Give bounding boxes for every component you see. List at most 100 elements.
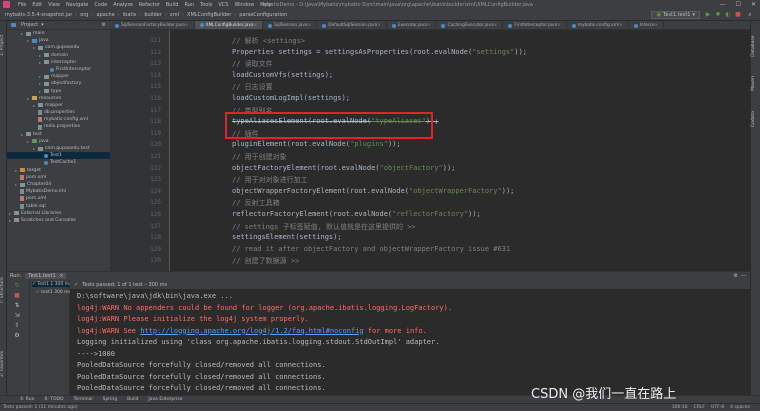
tree-item[interactable]: ▸ mapper — [7, 73, 110, 80]
tree-item[interactable]: ▸ External Libraries — [7, 210, 110, 217]
caret-position[interactable]: 106:16 — [672, 405, 688, 410]
tree-item[interactable]: ▸ target — [7, 167, 110, 174]
settings-icon[interactable]: ⚙ — [12, 332, 22, 340]
breadcrumb-item[interactable]: mybatis-3.5.4-snapshot.jar — [2, 12, 75, 18]
close-icon[interactable]: × — [557, 23, 561, 28]
tree-item[interactable]: ▸ type — [7, 88, 110, 95]
test-tree-child[interactable]: ✔ test1 300 ms — [36, 290, 71, 295]
maximize-button[interactable]: ☐ — [736, 1, 741, 8]
project-panel-title[interactable]: Project — [21, 22, 38, 28]
tree-item[interactable]: TestCache1 — [7, 159, 110, 166]
tree-item[interactable]: table.sql — [7, 203, 110, 210]
chevron-down-icon[interactable]: ▾ — [41, 22, 44, 28]
tool-tab[interactable]: 6: TODO — [44, 397, 63, 402]
tree-item[interactable]: ▸ java — [7, 37, 110, 44]
gear-icon[interactable]: ⚙ — [734, 273, 738, 279]
maven-tool-tab[interactable]: Maven — [751, 71, 760, 96]
tool-tab[interactable]: 4: Run — [20, 397, 34, 402]
tree-item[interactable]: pom.xml — [7, 195, 110, 202]
search-icon[interactable]: ⌕ — [746, 11, 754, 19]
tree-item[interactable]: ▸ mapper — [7, 102, 110, 109]
minimize-panel-icon[interactable]: — — [741, 273, 746, 279]
tree-item[interactable]: ▸ com.gupaoedu.test — [7, 145, 110, 152]
editor-tab[interactable]: CachingExecutor.java × — [436, 21, 504, 29]
tree-item[interactable]: ▸ Scratches and Consoles — [7, 217, 110, 224]
close-icon[interactable]: × — [494, 23, 498, 28]
close-icon[interactable]: × — [185, 23, 189, 28]
tree-item[interactable]: ▸ main — [7, 30, 110, 37]
tool-tab[interactable]: Java Enterprise — [148, 397, 182, 402]
project-tool-tab[interactable]: 1: Project — [0, 25, 7, 65]
tree-item[interactable]: MybatisDemo.iml — [7, 188, 110, 195]
close-icon[interactable]: × — [254, 23, 258, 28]
run-config-select[interactable]: ▣ Test1.test1 ▾ — [651, 11, 700, 19]
line-separator[interactable]: CRLF — [694, 405, 705, 410]
minimize-button[interactable]: — — [720, 1, 726, 8]
expand-icon[interactable]: ⇲ — [12, 312, 22, 320]
console-link[interactable]: http://logging.apache.org/log4j/1.2/faq.… — [140, 327, 363, 335]
rerun-icon[interactable]: ↻ — [12, 282, 22, 290]
menu-item-refactor[interactable]: Refactor — [139, 2, 160, 8]
structure-tool-tab[interactable]: 7: Structure — [0, 266, 7, 316]
stop-icon[interactable]: ■ — [12, 292, 22, 300]
close-icon[interactable]: × — [308, 23, 312, 28]
codota-tool-tab[interactable]: Codota — [751, 106, 760, 131]
menu-item-analyze[interactable]: Analyze — [113, 2, 133, 8]
menu-item-code[interactable]: Code — [94, 2, 107, 8]
editor-tab[interactable]: SqlSessionFactoryBuilder.java × — [110, 21, 195, 29]
editor-tab[interactable]: Executor.java × — [387, 21, 437, 29]
close-icon[interactable]: × — [619, 23, 623, 28]
tool-tab[interactable]: Build — [127, 397, 138, 402]
menu-item-tools[interactable]: Tools — [200, 2, 212, 8]
tree-item[interactable]: pom.xml — [7, 174, 110, 181]
editor-tab[interactable]: SqlSession.java × — [263, 21, 318, 29]
gear-icon[interactable]: ⚙ — [102, 22, 106, 28]
stop-icon[interactable]: ■ — [734, 11, 742, 19]
breadcrumb-item[interactable]: org — [77, 12, 91, 18]
breadcrumb-item[interactable]: ibatis — [120, 12, 140, 18]
run-icon[interactable]: ▶ — [704, 11, 712, 19]
breadcrumb-item[interactable]: xml — [167, 12, 182, 18]
close-icon[interactable]: × — [427, 23, 431, 28]
tree-item[interactable]: db.properties — [7, 109, 110, 116]
menu-item-run[interactable]: Run — [184, 2, 194, 8]
tree-item[interactable]: ▸ java — [7, 138, 110, 145]
editor-tab[interactable]: DefaultSqlSession.java × — [317, 21, 387, 29]
close-icon[interactable]: × — [655, 23, 659, 28]
tree-item[interactable]: ▸ resources — [7, 95, 110, 102]
editor-tab[interactable]: mybatis-config.xml × — [567, 21, 629, 29]
close-button[interactable]: ✕ — [751, 1, 756, 8]
close-icon[interactable]: × — [59, 273, 63, 279]
breadcrumb-item[interactable]: builder — [141, 12, 164, 18]
tree-item[interactable]: ▸ test — [7, 131, 110, 138]
tree-item[interactable]: redis.properties — [7, 123, 110, 130]
sort-icon[interactable]: ⇅ — [12, 302, 22, 310]
menu-item-vcs[interactable]: VCS — [218, 2, 228, 8]
file-encoding[interactable]: UTF-8 — [711, 405, 724, 410]
menu-item-edit[interactable]: Edit — [32, 2, 42, 8]
favorites-tool-tab[interactable]: 2: Favorites — [0, 341, 7, 386]
tree-item[interactable]: ▸ com.gupaoedu — [7, 44, 110, 51]
breadcrumb-item[interactable]: parseConfiguration — [236, 12, 290, 18]
menu-item-build[interactable]: Build — [166, 2, 179, 8]
debug-icon[interactable]: ✹ — [714, 11, 722, 19]
menu-item-window[interactable]: Window — [234, 2, 254, 8]
tree-item[interactable]: mybatis-config.xml — [7, 116, 110, 123]
code-editor[interactable]: // 解析 <settings> Properties settings = se… — [170, 30, 750, 271]
run-config-tab[interactable]: Test1.test1 × — [25, 273, 67, 279]
menu-item-file[interactable]: File — [18, 2, 26, 8]
tool-tab[interactable]: Terminal — [74, 397, 93, 402]
tree-item[interactable]: ▸ domain — [7, 52, 110, 59]
menu-item-view[interactable]: View — [48, 2, 60, 8]
tree-item[interactable]: ▸ objectfactory — [7, 80, 110, 87]
indent-setting[interactable]: 4 spaces — [730, 405, 750, 410]
tree-item[interactable]: ▸ interceptor — [7, 59, 110, 66]
editor-tab[interactable]: FirstInterceptor.java × — [503, 21, 567, 29]
test-tree-root[interactable]: ✔ Test1 1 300 ms — [32, 282, 71, 287]
editor-tab[interactable]: XMLConfigBuilder.java × — [194, 21, 264, 29]
database-tool-tab[interactable]: Database — [751, 31, 760, 61]
editor-tab[interactable]: Interce × — [629, 21, 665, 29]
console-output[interactable]: D:\software\java\jdk\bin\java.exe ... log… — [70, 289, 750, 395]
breadcrumb-item[interactable]: XMLConfigBuilder — [184, 12, 234, 18]
coverage-icon[interactable]: ◐ — [724, 11, 732, 19]
